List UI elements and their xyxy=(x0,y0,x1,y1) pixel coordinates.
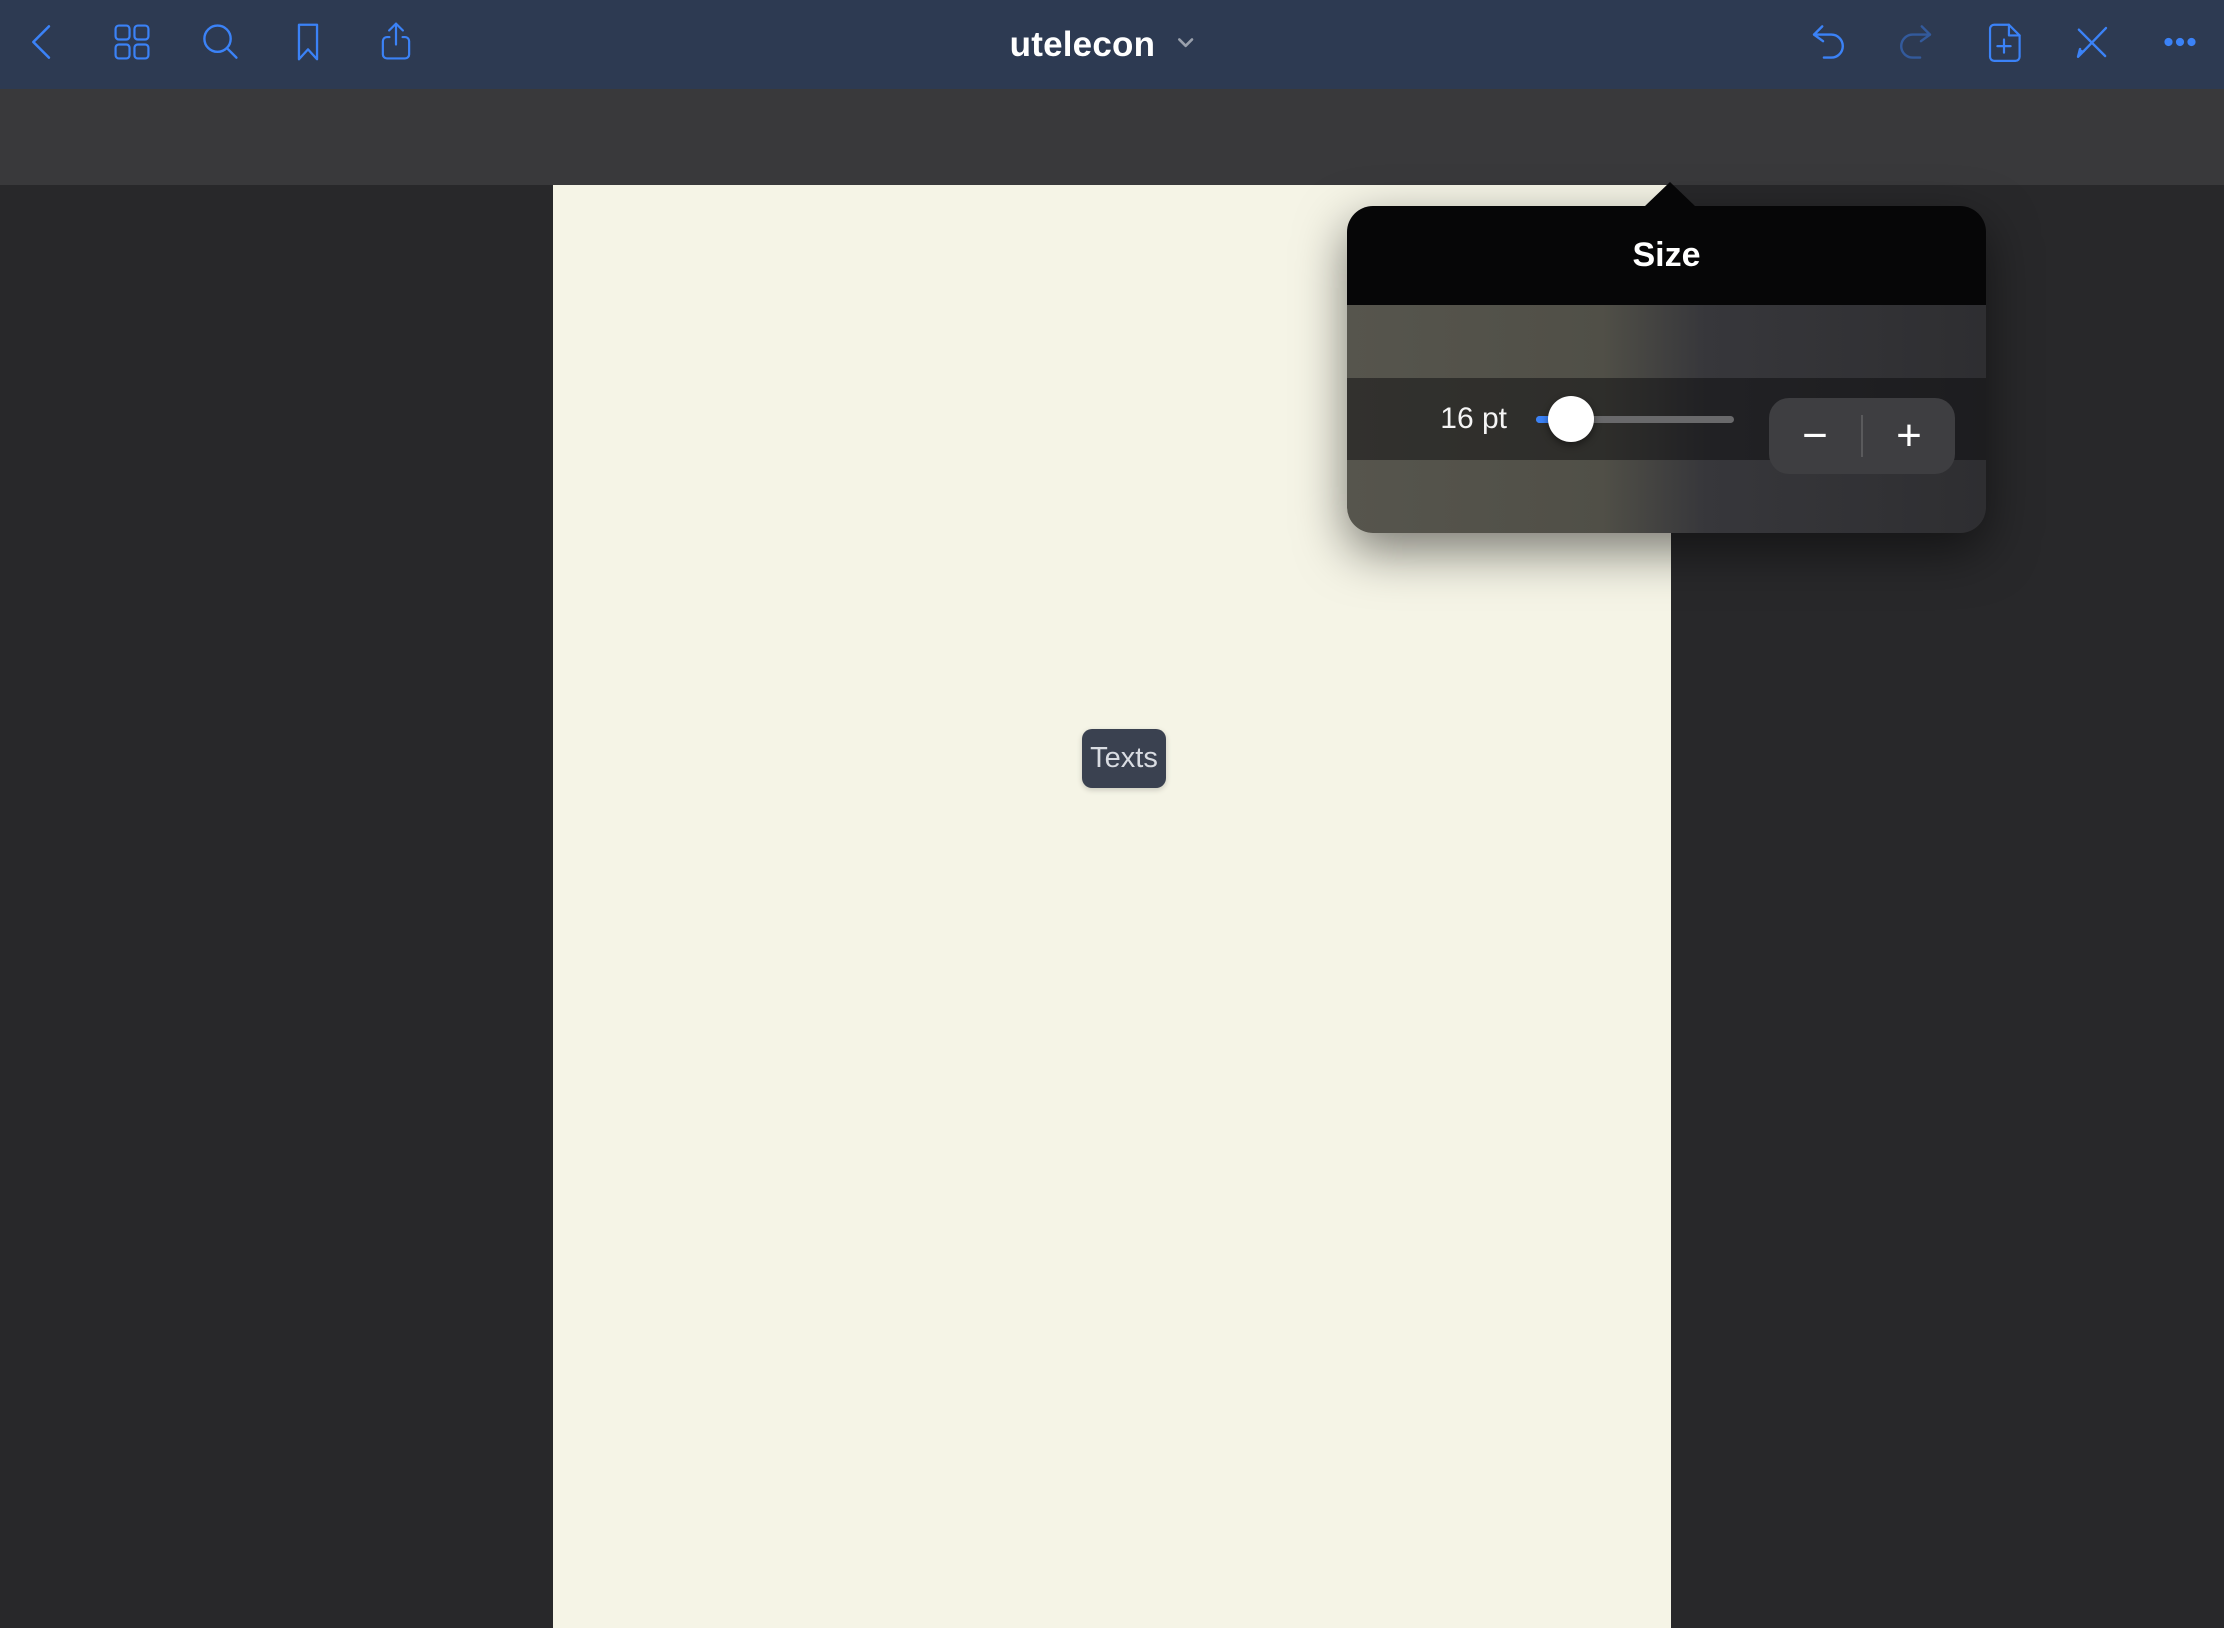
undo-icon xyxy=(1805,19,1851,70)
navbar-left-group xyxy=(17,0,423,89)
share-icon xyxy=(373,19,419,70)
app-window: utelecon xyxy=(0,0,2224,1628)
bookmark-button[interactable] xyxy=(281,18,335,72)
text-object-label: Texts xyxy=(1090,742,1158,775)
popover-title: Size xyxy=(1632,236,1700,275)
title-chevron-down-icon xyxy=(1171,28,1199,61)
size-stepper-group: − + xyxy=(1769,398,1955,474)
thumbnails-button[interactable] xyxy=(105,18,159,72)
grid-icon xyxy=(109,19,155,70)
document-title-control[interactable]: utelecon xyxy=(1010,0,1200,89)
more-button[interactable] xyxy=(2153,18,2207,72)
share-button[interactable] xyxy=(369,18,423,72)
decrease-size-button[interactable]: − xyxy=(1769,398,1861,474)
redo-button[interactable] xyxy=(1889,18,1943,72)
add-page-button[interactable] xyxy=(1977,18,2031,72)
search-button[interactable] xyxy=(193,18,247,72)
size-slider-knob[interactable] xyxy=(1548,396,1594,442)
stop-editing-button[interactable] xyxy=(2065,18,2119,72)
pen-cross-icon xyxy=(2069,19,2115,70)
increase-size-button[interactable]: + xyxy=(1863,398,1955,474)
top-navbar: utelecon xyxy=(0,0,2224,89)
navbar-right-group xyxy=(1801,0,2207,89)
page-title: utelecon xyxy=(1010,25,1156,65)
popover-header: Size xyxy=(1347,206,1986,305)
bookmark-icon xyxy=(285,19,331,70)
ellipsis-icon xyxy=(2157,19,2203,70)
tools-toolbar: T HiraginoSans-... 16 xyxy=(0,89,2224,185)
size-popover: Size 16 pt − + xyxy=(1347,206,1986,533)
back-button[interactable] xyxy=(17,18,71,72)
back-chevron-icon xyxy=(21,19,67,70)
popover-arrow xyxy=(1644,182,1696,207)
search-icon xyxy=(197,19,243,70)
text-object[interactable]: Texts xyxy=(1082,729,1166,788)
undo-button[interactable] xyxy=(1801,18,1855,72)
size-value-label: 16 pt xyxy=(1402,378,1507,460)
add-page-icon xyxy=(1981,19,2027,70)
redo-icon xyxy=(1893,19,1939,70)
